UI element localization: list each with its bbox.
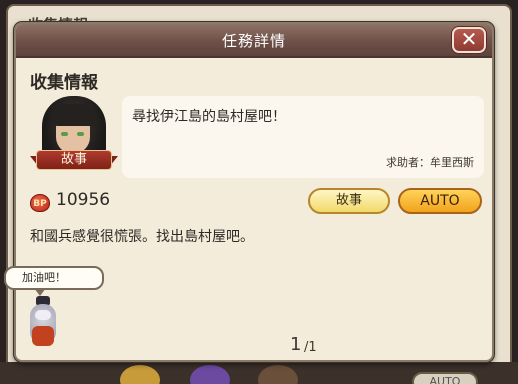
portrait-fringe [50, 104, 96, 126]
portrait-eye-left [61, 132, 68, 136]
mascot-face [35, 310, 51, 320]
auto-button[interactable]: AUTO [398, 188, 482, 214]
dialog-title: 任務詳情 [221, 32, 286, 50]
story-button[interactable]: 故事 [308, 188, 390, 214]
bp-icon: BP [30, 194, 50, 212]
close-button[interactable]: ✕ [452, 27, 486, 53]
requester-label: 求助者：牟里西斯 [386, 156, 474, 169]
mascot-character[interactable] [26, 296, 60, 352]
quest-description: 和國兵感覺很慌張。找出島村屋吧。 [30, 229, 254, 245]
bp-reward-value: 10956 [56, 190, 111, 210]
speech-bubble-tail [34, 288, 46, 296]
mascot-coat [32, 326, 54, 346]
quest-objective: 尋找伊江島的島村屋吧！ [132, 109, 286, 125]
character-portrait: 故事 [30, 96, 118, 176]
background-auto-button: AUTO [412, 372, 478, 384]
story-ribbon: 故事 [36, 150, 112, 170]
quest-detail-dialog: 任務詳情 ✕ 收集情報 故事 尋找伊江島的島村屋吧！ 求助者：牟里西斯 BP 1… [14, 22, 494, 362]
dialog-header: 任務詳情 ✕ [16, 24, 492, 58]
portrait-eye-right [77, 132, 84, 136]
quest-speech-box: 尋找伊江島的島村屋吧！ 求助者：牟里西斯 [122, 96, 484, 178]
page-total: /1 [304, 340, 317, 355]
mascot-speech-bubble: 加油吧！ [4, 266, 104, 290]
page-current: 1 [290, 334, 302, 355]
section-title: 收集情報 [30, 73, 98, 93]
